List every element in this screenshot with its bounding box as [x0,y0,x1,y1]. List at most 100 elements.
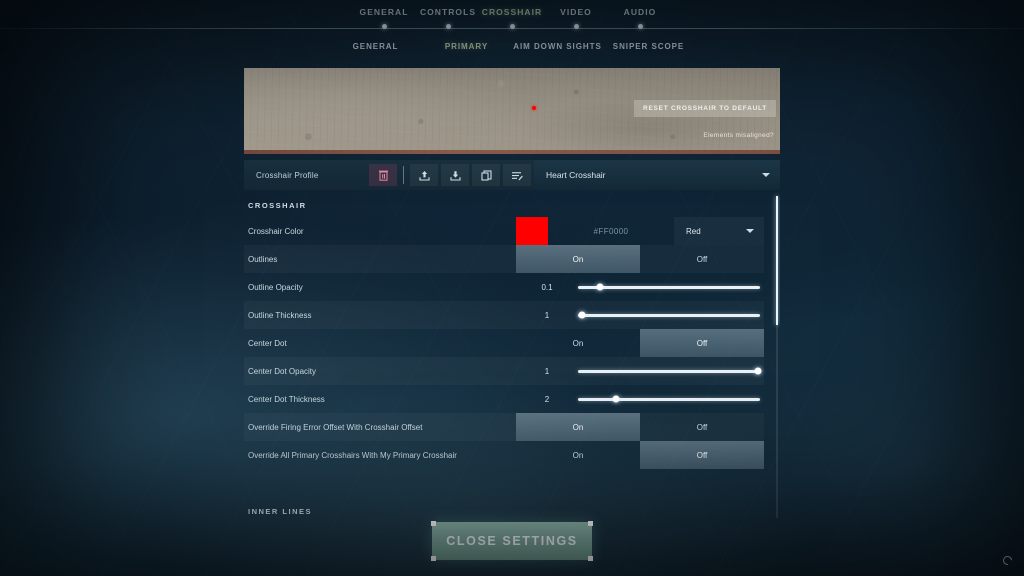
toggle-off[interactable]: Off [640,441,764,469]
center-dot-opacity-value: 1 [544,366,550,376]
slider-track [578,311,760,319]
subtab-general[interactable]: GENERAL [330,42,421,51]
import-profile-button[interactable] [410,164,438,186]
profile-icon-buttons [369,160,534,190]
row-label: Outlines [248,254,278,264]
top-navigation: GENERAL CONTROLS CROSSHAIR VIDEO AUDIO G… [0,0,1024,62]
profile-label: Crosshair Profile [256,170,319,180]
slider-handle[interactable] [754,367,762,375]
nav-dot-list [0,24,1024,29]
slider-track [578,395,760,403]
copy-profile-button[interactable] [472,164,500,186]
profile-selected-name: Heart Crosshair [546,170,606,180]
row-center-dot: Center Dot On Off [244,329,764,357]
sub-tab-list: GENERAL PRIMARY AIM DOWN SIGHTS SNIPER S… [0,42,1024,51]
tab-controls[interactable]: CONTROLS [416,7,480,17]
elements-misaligned-link[interactable]: Elements misaligned? [703,132,774,139]
outline-thickness-slider[interactable] [578,301,764,329]
toggle-off[interactable]: Off [640,245,764,273]
row-outline-thickness: Outline Thickness 1 [244,301,764,329]
slider-handle[interactable] [596,283,604,291]
outlines-toggle: On Off [516,245,764,273]
tab-general[interactable]: GENERAL [352,7,416,17]
toggle-off[interactable]: Off [640,329,764,357]
nav-dot-audio [637,24,643,29]
slider-handle[interactable] [612,395,620,403]
reset-crosshair-button[interactable]: RESET CROSSHAIR TO DEFAULT [634,100,776,117]
slider-track [578,283,760,291]
color-preset-dropdown[interactable]: Red [674,217,764,245]
icon-divider [403,166,404,184]
outline-thickness-value: 1 [544,310,550,320]
chevron-down-icon [762,173,770,177]
override-all-primary-toggle: On Off [516,441,764,469]
nav-dot-general [381,24,387,29]
nav-dot-controls [445,24,451,29]
row-label: Center Dot Thickness [248,394,325,404]
settings-list: CROSSHAIR Crosshair Color #FF0000 Red Ou… [244,192,780,522]
color-swatch[interactable] [516,217,548,245]
outline-opacity-slider[interactable] [578,273,764,301]
loading-spinner-icon [999,552,1016,569]
chevron-down-icon [746,229,754,233]
row-override-firing-error: Override Firing Error Offset With Crossh… [244,413,764,441]
row-crosshair-color: Crosshair Color #FF0000 Red [244,217,764,245]
slider-handle[interactable] [578,311,586,319]
close-settings-button[interactable]: CLOSE SETTINGS [431,521,593,561]
toggle-on[interactable]: On [516,245,640,273]
color-preset-value: Red [686,226,701,236]
toggle-off[interactable]: Off [640,413,764,441]
color-hex-value[interactable]: #FF0000 [548,227,674,236]
row-label: Override Firing Error Offset With Crossh… [248,422,423,432]
download-icon [449,170,461,181]
row-label: Outline Opacity [248,282,303,292]
row-outline-opacity: Outline Opacity 0.1 [244,273,764,301]
row-outlines: Outlines On Off [244,245,764,273]
row-center-dot-thickness: Center Dot Thickness 2 [244,385,764,413]
tab-audio[interactable]: AUDIO [608,7,672,17]
slider-track [578,367,762,375]
copy-icon [480,169,492,181]
tab-video[interactable]: VIDEO [544,7,608,17]
center-dot-thickness-slider[interactable] [578,385,764,413]
crosshair-dot-preview [532,105,536,110]
row-center-dot-opacity: Center Dot Opacity 1 [244,357,764,385]
nav-dot-crosshair [509,24,515,29]
subtab-aim-down-sights[interactable]: AIM DOWN SIGHTS [512,42,603,51]
center-dot-opacity-slider[interactable] [578,357,764,385]
crosshair-profile-dropdown[interactable]: Heart Crosshair [534,160,780,190]
nav-dot-video [573,24,579,29]
toggle-on[interactable]: On [516,441,640,469]
main-tab-list: GENERAL CONTROLS CROSSHAIR VIDEO AUDIO [0,7,1024,17]
row-label: Override All Primary Crosshairs With My … [248,450,457,460]
corner-mark [588,521,593,526]
center-dot-thickness-value: 2 [544,394,550,404]
edit-icon [512,171,523,180]
settings-scrollbar[interactable] [776,196,778,518]
section-header-inner-lines: INNER LINES [248,507,313,516]
subtab-primary[interactable]: PRIMARY [421,42,512,51]
row-label: Center Dot Opacity [248,366,317,376]
scrollbar-thumb[interactable] [776,196,778,325]
row-override-all-primary: Override All Primary Crosshairs With My … [244,441,764,469]
center-dot-toggle: On Off [516,329,764,357]
row-label: Crosshair Color [248,226,304,236]
outline-opacity-value: 0.1 [541,282,553,292]
crosshair-profile-bar: Crosshair Profile Heart Crosshair [244,160,780,190]
row-label: Center Dot [248,338,287,348]
corner-mark [431,556,436,561]
delete-icon [378,170,388,181]
rename-profile-button[interactable] [503,164,531,186]
corner-mark [431,521,436,526]
subtab-sniper-scope[interactable]: SNIPER SCOPE [603,42,694,51]
delete-profile-button[interactable] [369,164,397,186]
crosshair-preview: RESET CROSSHAIR TO DEFAULT Elements misa… [244,68,780,154]
override-firing-error-toggle: On Off [516,413,764,441]
row-label: Outline Thickness [248,310,312,320]
upload-icon [418,170,430,181]
settings-panel: RESET CROSSHAIR TO DEFAULT Elements misa… [244,68,780,522]
tab-crosshair[interactable]: CROSSHAIR [480,7,544,17]
toggle-on[interactable]: On [516,329,640,357]
toggle-on[interactable]: On [516,413,640,441]
export-profile-button[interactable] [441,164,469,186]
